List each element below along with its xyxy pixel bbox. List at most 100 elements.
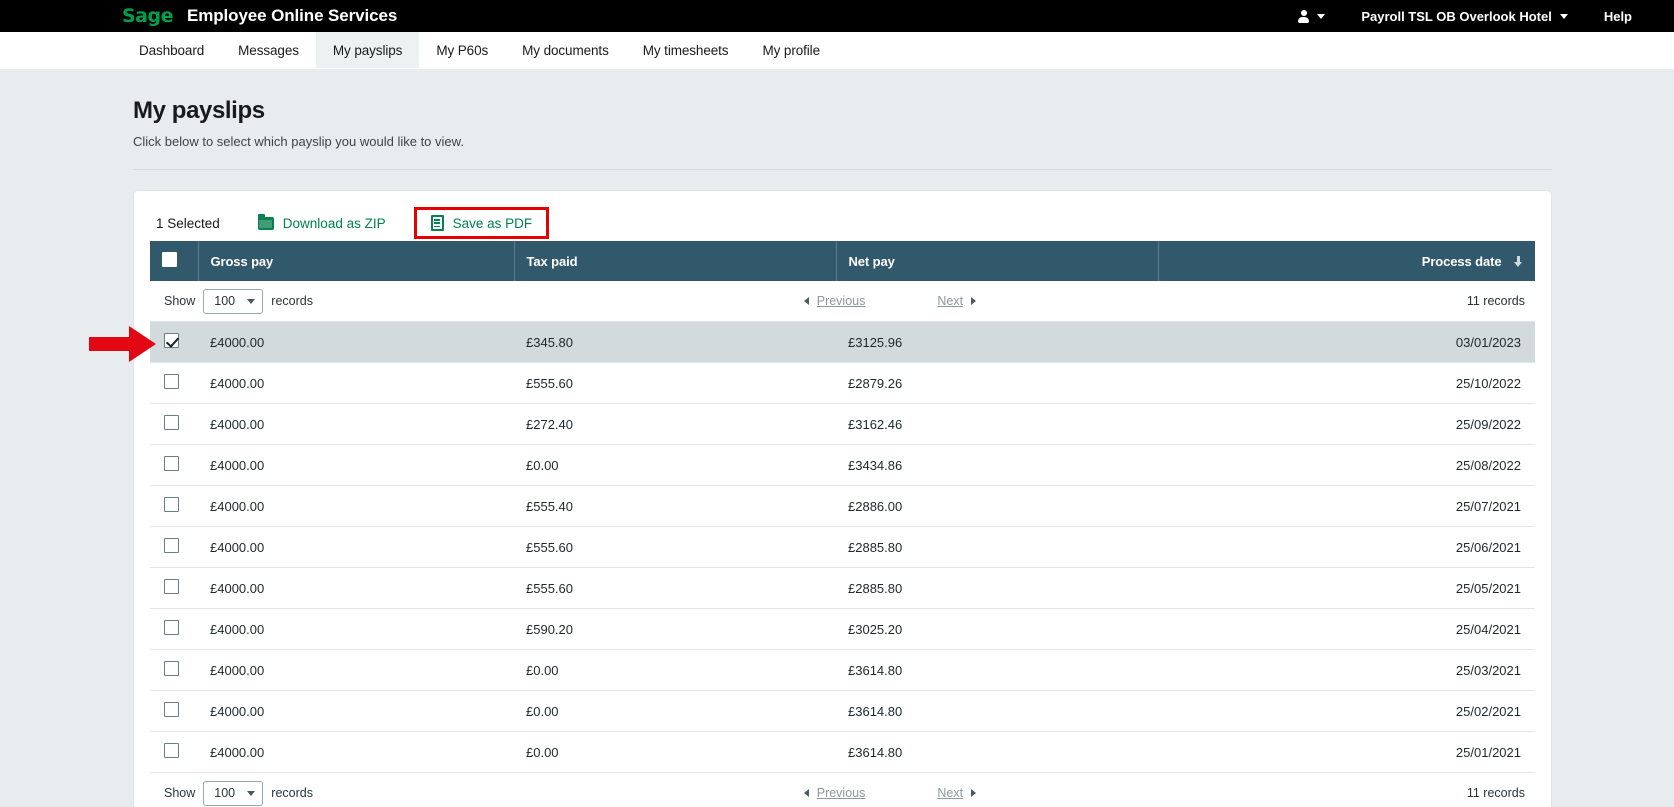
column-header-tax-paid[interactable]: Tax paid xyxy=(514,241,836,281)
nav-item-my-p60s[interactable]: My P60s xyxy=(419,32,505,68)
records-label-top: records xyxy=(271,294,313,308)
cell-tax-paid: £590.20 xyxy=(514,609,836,650)
row-checkbox-cell xyxy=(150,486,198,527)
row-checkbox-cell xyxy=(150,322,198,363)
column-header-gross-pay[interactable]: Gross pay xyxy=(198,241,514,281)
cell-net-pay: £3025.20 xyxy=(836,609,1158,650)
table-header-row: Gross pay Tax paid Net pay Process date xyxy=(150,241,1535,281)
cell-net-pay: £3614.80 xyxy=(836,650,1158,691)
previous-page-group-top[interactable]: Previous xyxy=(804,294,866,308)
page-subtitle: Click below to select which payslip you … xyxy=(133,134,1552,149)
page-size-select-top[interactable]: 100 xyxy=(203,289,263,314)
document-icon xyxy=(431,215,444,231)
select-all-header xyxy=(150,241,198,281)
table-row[interactable]: £4000.00£555.60£2885.8025/06/2021 xyxy=(150,527,1535,568)
cell-gross-pay: £4000.00 xyxy=(198,732,514,773)
show-label-bottom: Show xyxy=(164,786,195,800)
triangle-left-icon xyxy=(804,297,809,305)
row-checkbox[interactable] xyxy=(164,702,179,717)
table-controls-top: Show 100 records Previous xyxy=(150,281,1535,322)
cell-gross-pay: £4000.00 xyxy=(198,609,514,650)
next-page-group-bottom[interactable]: Next xyxy=(937,786,976,800)
payslips-card: 1 Selected Download as ZIP Save as PDF G… xyxy=(133,190,1552,807)
cell-process-date: 25/06/2021 xyxy=(1158,527,1535,568)
row-checkbox[interactable] xyxy=(164,743,179,758)
column-header-net-pay[interactable]: Net pay xyxy=(836,241,1158,281)
row-checkbox[interactable] xyxy=(164,333,179,348)
user-menu[interactable] xyxy=(1280,0,1343,32)
cell-net-pay: £3614.80 xyxy=(836,732,1158,773)
row-checkbox[interactable] xyxy=(164,497,179,512)
cell-net-pay: £2885.80 xyxy=(836,527,1158,568)
cell-tax-paid: £0.00 xyxy=(514,732,836,773)
nav-item-my-documents[interactable]: My documents xyxy=(505,32,626,68)
nav-item-my-payslips[interactable]: My payslips xyxy=(316,32,419,68)
page-size-select-bottom[interactable]: 100 xyxy=(203,781,263,806)
previous-page-link-bottom[interactable]: Previous xyxy=(817,786,866,800)
row-checkbox-cell xyxy=(150,527,198,568)
page-title: My payslips xyxy=(133,97,1552,125)
column-header-process-date[interactable]: Process date xyxy=(1158,241,1535,281)
row-checkbox-cell xyxy=(150,732,198,773)
cell-net-pay: £3614.80 xyxy=(836,691,1158,732)
next-page-group-top[interactable]: Next xyxy=(937,294,976,308)
row-checkbox[interactable] xyxy=(164,620,179,635)
table-row[interactable]: £4000.00£555.60£2885.8025/05/2021 xyxy=(150,568,1535,609)
pagination-bottom: Previous Next xyxy=(313,786,1467,800)
app-title: Employee Online Services xyxy=(187,6,397,26)
table-row[interactable]: £4000.00£555.60£2879.2625/10/2022 xyxy=(150,363,1535,404)
cell-tax-paid: £345.80 xyxy=(514,322,836,363)
table-row[interactable]: £4000.00£272.40£3162.4625/09/2022 xyxy=(150,404,1535,445)
next-page-link-top[interactable]: Next xyxy=(937,294,963,308)
table-row[interactable]: £4000.00£0.00£3614.8025/01/2021 xyxy=(150,732,1535,773)
next-page-link-bottom[interactable]: Next xyxy=(937,786,963,800)
table-row[interactable]: £4000.00£555.40£2886.0025/07/2021 xyxy=(150,486,1535,527)
row-checkbox[interactable] xyxy=(164,661,179,676)
sage-logo: Sage xyxy=(122,7,173,26)
account-switcher[interactable]: Payroll TSL OB Overlook Hotel xyxy=(1343,0,1585,32)
chevron-down-icon xyxy=(247,299,255,304)
arrow-down-icon xyxy=(1514,256,1523,267)
nav-item-my-timesheets[interactable]: My timesheets xyxy=(626,32,746,68)
pagination-top: Previous Next xyxy=(313,294,1467,308)
select-all-checkbox[interactable] xyxy=(162,252,177,267)
help-link[interactable]: Help xyxy=(1586,0,1650,32)
cell-tax-paid: £555.60 xyxy=(514,363,836,404)
row-checkbox[interactable] xyxy=(164,538,179,553)
row-checkbox[interactable] xyxy=(164,456,179,471)
table-body: Show 100 records Previous xyxy=(150,281,1535,807)
selected-count: 1 Selected xyxy=(156,216,220,231)
cell-tax-paid: £0.00 xyxy=(514,691,836,732)
user-icon xyxy=(1298,10,1309,23)
save-as-pdf-button[interactable]: Save as PDF xyxy=(414,207,550,239)
cell-gross-pay: £4000.00 xyxy=(198,691,514,732)
table-row[interactable]: £4000.00£345.80£3125.9603/01/2023 xyxy=(150,322,1535,363)
cell-net-pay: £2885.80 xyxy=(836,568,1158,609)
cell-net-pay: £3125.96 xyxy=(836,322,1158,363)
row-checkbox[interactable] xyxy=(164,374,179,389)
table-row[interactable]: £4000.00£0.00£3434.8625/08/2022 xyxy=(150,445,1535,486)
nav-item-my-profile[interactable]: My profile xyxy=(745,32,837,68)
records-label-bottom: records xyxy=(271,786,313,800)
cell-tax-paid: £0.00 xyxy=(514,445,836,486)
table-row[interactable]: £4000.00£590.20£3025.2025/04/2021 xyxy=(150,609,1535,650)
cell-process-date: 25/08/2022 xyxy=(1158,445,1535,486)
nav-item-dashboard[interactable]: Dashboard xyxy=(122,32,221,68)
top-header-bar: Sage Employee Online Services Payroll TS… xyxy=(0,0,1674,32)
table-controls-bottom: Show 100 records Previous xyxy=(150,773,1535,807)
triangle-right-icon xyxy=(971,789,976,797)
nav-item-messages[interactable]: Messages xyxy=(221,32,316,68)
cell-gross-pay: £4000.00 xyxy=(198,322,514,363)
table-row[interactable]: £4000.00£0.00£3614.8025/02/2021 xyxy=(150,691,1535,732)
cell-process-date: 03/01/2023 xyxy=(1158,322,1535,363)
folder-icon xyxy=(258,217,274,230)
download-as-zip-button[interactable]: Download as ZIP xyxy=(248,209,396,238)
table-row[interactable]: £4000.00£0.00£3614.8025/03/2021 xyxy=(150,650,1535,691)
previous-page-group-bottom[interactable]: Previous xyxy=(804,786,866,800)
previous-page-link-top[interactable]: Previous xyxy=(817,294,866,308)
row-checkbox[interactable] xyxy=(164,415,179,430)
cell-tax-paid: £272.40 xyxy=(514,404,836,445)
show-label-top: Show xyxy=(164,294,195,308)
row-checkbox[interactable] xyxy=(164,579,179,594)
cell-tax-paid: £555.60 xyxy=(514,527,836,568)
